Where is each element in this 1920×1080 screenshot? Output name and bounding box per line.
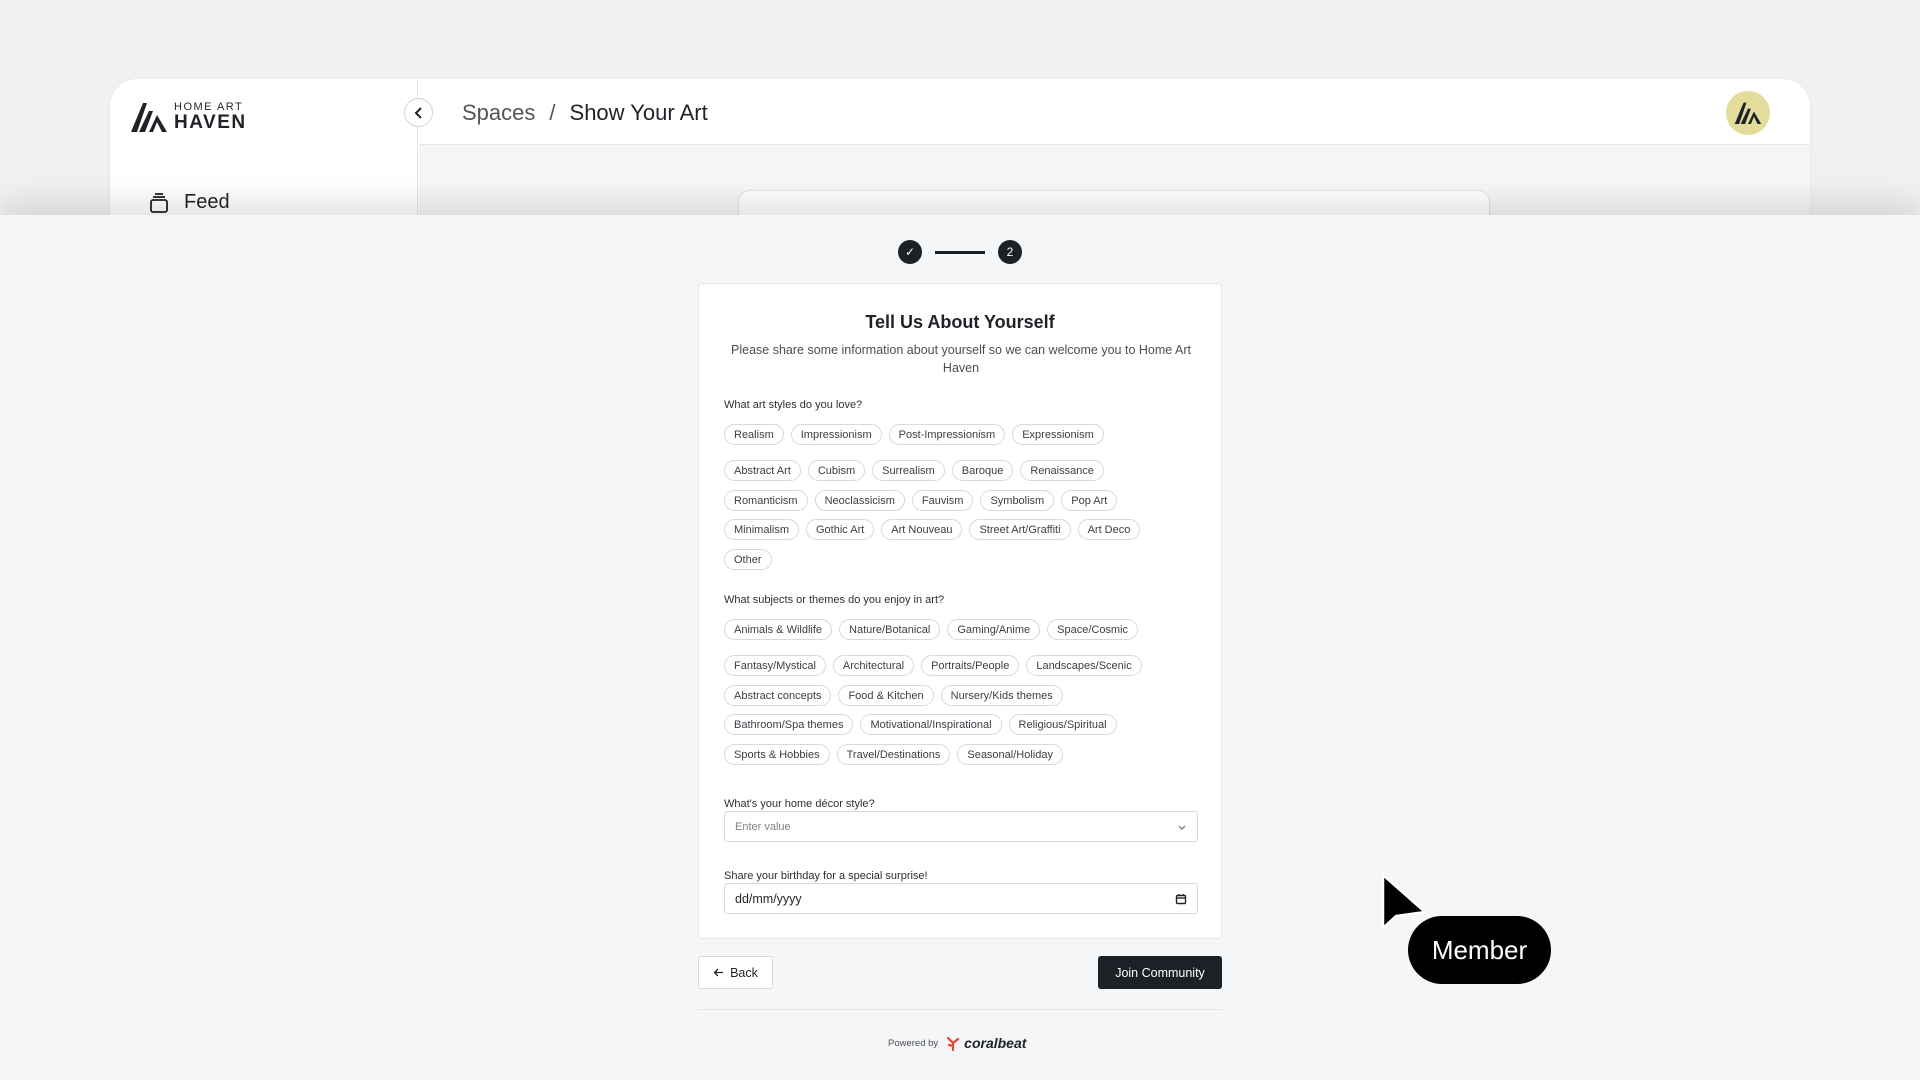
- footer-divider: [698, 1009, 1222, 1010]
- subject-chip[interactable]: Gaming/Anime: [947, 619, 1041, 640]
- stepper: ✓ 2: [898, 240, 1022, 264]
- subject-chip[interactable]: Motivational/Inspirational: [860, 714, 1002, 735]
- form-subtitle: Please share some information about your…: [731, 343, 1191, 375]
- art-styles-row-5: Other: [724, 549, 772, 570]
- back-button-label: Back: [730, 965, 758, 980]
- art-style-chip[interactable]: Baroque: [951, 460, 1014, 481]
- art-style-chip[interactable]: Other: [724, 549, 772, 570]
- logo[interactable]: HOME ART HAVEN: [130, 101, 247, 133]
- subject-chip[interactable]: Religious/Spiritual: [1008, 714, 1117, 735]
- subject-chip[interactable]: Space/Cosmic: [1047, 619, 1139, 640]
- breadcrumb-separator: /: [549, 100, 556, 125]
- art-style-chip[interactable]: Renaissance: [1020, 460, 1104, 481]
- decor-style-label: What's your home décor style?: [724, 798, 875, 810]
- art-styles-row-2: Abstract Art Cubism Surrealism Baroque R…: [724, 460, 1104, 481]
- subjects-row-2: Fantasy/Mystical Architectural Portraits…: [724, 655, 1142, 676]
- feed-icon: [150, 192, 168, 213]
- art-style-chip[interactable]: Impressionism: [790, 424, 882, 445]
- breadcrumb-spaces[interactable]: Spaces: [462, 100, 535, 126]
- subjects-label: What subjects or themes do you enjoy in …: [724, 594, 945, 606]
- subject-chip[interactable]: Sports & Hobbies: [724, 744, 830, 765]
- onboarding-overlay: ✓ 2 Tell Us About Yourself Please share …: [0, 215, 1920, 1080]
- art-style-chip[interactable]: Pop Art: [1061, 490, 1118, 511]
- subject-chip[interactable]: Abstract concepts: [724, 685, 832, 706]
- art-style-chip[interactable]: Surrealism: [872, 460, 945, 481]
- decor-style-placeholder: Enter value: [735, 820, 791, 833]
- coralbeat-logo[interactable]: coralbeat: [945, 1035, 1026, 1051]
- arrow-left-icon: [713, 968, 724, 977]
- subject-chip[interactable]: Food & Kitchen: [838, 685, 934, 706]
- subjects-row-3: Abstract concepts Food & Kitchen Nursery…: [724, 685, 1063, 706]
- powered-by-label: Powered by: [888, 1037, 939, 1049]
- art-style-chip[interactable]: Romanticism: [724, 490, 808, 511]
- art-styles-row-4: Minimalism Gothic Art Art Nouveau Street…: [724, 519, 1141, 540]
- about-yourself-form: Tell Us About Yourself Please share some…: [698, 283, 1222, 939]
- subject-chip[interactable]: Architectural: [832, 655, 915, 676]
- art-styles-row-3: Romanticism Neoclassicism Fauvism Symbol…: [724, 490, 1118, 511]
- art-style-chip[interactable]: Abstract Art: [724, 460, 801, 481]
- art-styles-row-1: Realism Impressionism Post-Impressionism…: [724, 424, 1104, 445]
- subject-chip[interactable]: Fantasy/Mystical: [724, 655, 826, 676]
- subject-chip[interactable]: Nursery/Kids themes: [940, 685, 1063, 706]
- art-style-chip[interactable]: Expressionism: [1012, 424, 1104, 445]
- coralbeat-mark-icon: [947, 1036, 960, 1051]
- art-style-chip[interactable]: Realism: [724, 424, 784, 445]
- step-connector: [935, 250, 985, 254]
- coralbeat-wordmark: coralbeat: [964, 1035, 1027, 1051]
- back-button[interactable]: Back: [698, 956, 773, 989]
- birthday-date-input[interactable]: dd/mm/yyyy: [724, 883, 1198, 914]
- birthday-label: Share your birthday for a special surpri…: [724, 870, 928, 882]
- art-style-chip[interactable]: Post-Impressionism: [888, 424, 1006, 445]
- subjects-row-5: Sports & Hobbies Travel/Destinations Sea…: [724, 744, 1063, 765]
- art-style-chip[interactable]: Minimalism: [724, 519, 799, 540]
- art-style-chip[interactable]: Art Nouveau: [881, 519, 963, 540]
- logo-bottom-text: HAVEN: [174, 112, 247, 133]
- birthday-value: dd/mm/yyyy: [735, 891, 802, 906]
- decor-style-select[interactable]: Enter value: [724, 811, 1198, 842]
- art-style-chip[interactable]: Symbolism: [980, 490, 1055, 511]
- art-style-chip[interactable]: Art Deco: [1077, 519, 1141, 540]
- subject-chip[interactable]: Portraits/People: [921, 655, 1020, 676]
- subject-chip[interactable]: Nature/Botanical: [839, 619, 941, 640]
- art-styles-label: What art styles do you love?: [724, 399, 863, 411]
- join-community-button[interactable]: Join Community: [1098, 956, 1222, 989]
- cursor-user-tag: Member: [1408, 916, 1551, 984]
- chevron-down-icon: [1178, 825, 1186, 830]
- avatar-logo-icon: [1734, 102, 1762, 125]
- subject-chip[interactable]: Bathroom/Spa themes: [724, 714, 854, 735]
- chevron-left-icon: [414, 106, 422, 119]
- art-style-chip[interactable]: Gothic Art: [806, 519, 875, 540]
- art-style-chip[interactable]: Street Art/Graffiti: [969, 519, 1071, 540]
- subject-chip[interactable]: Travel/Destinations: [836, 744, 951, 765]
- breadcrumb-current: Show Your Art: [569, 100, 708, 125]
- powered-by: Powered by coralbeat: [888, 1035, 1026, 1051]
- subjects-row-4: Bathroom/Spa themes Motivational/Inspira…: [724, 714, 1117, 735]
- subject-chip[interactable]: Landscapes/Scenic: [1026, 655, 1142, 676]
- calendar-icon[interactable]: [1175, 893, 1187, 905]
- subject-chip[interactable]: Animals & Wildlife: [724, 619, 833, 640]
- sidebar-item-label: Feed: [184, 191, 230, 213]
- avatar[interactable]: [1726, 91, 1770, 135]
- breadcrumb: Spaces / Show Your Art: [462, 100, 708, 126]
- step-1-complete: ✓: [898, 240, 922, 264]
- subject-chip[interactable]: Seasonal/Holiday: [957, 744, 1063, 765]
- art-style-chip[interactable]: Cubism: [807, 460, 866, 481]
- logo-mark-icon: [131, 103, 167, 132]
- subjects-row-1: Animals & Wildlife Nature/Botanical Gami…: [724, 619, 1139, 640]
- step-2-current: 2: [998, 240, 1022, 264]
- collapse-sidebar-button[interactable]: [404, 98, 433, 127]
- form-title: Tell Us About Yourself: [865, 312, 1055, 332]
- art-style-chip[interactable]: Fauvism: [911, 490, 974, 511]
- sidebar-item-feed[interactable]: Feed: [148, 191, 230, 214]
- art-style-chip[interactable]: Neoclassicism: [814, 490, 905, 511]
